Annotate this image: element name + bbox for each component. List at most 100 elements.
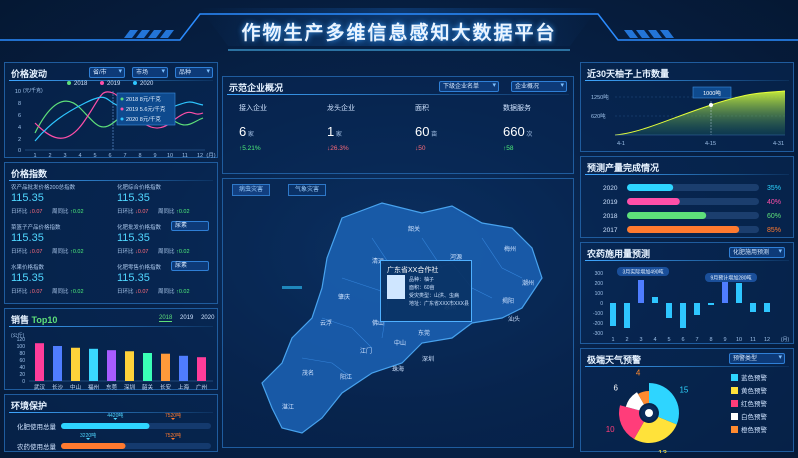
sales-bar (143, 353, 152, 381)
forecast-pct: 35% (767, 185, 781, 192)
x-tick: 4 (78, 153, 81, 159)
stat-value-wrap: 60 亩 (415, 123, 437, 141)
popup-image (387, 275, 405, 299)
map-city-label[interactable]: 肇庆 (338, 292, 350, 301)
urea-select[interactable]: 尿素 (171, 261, 209, 271)
x-tick: 6 (108, 153, 111, 159)
legend-label: 白色预警 (741, 412, 768, 421)
week-label: 周同比 (50, 209, 71, 215)
map-city-label[interactable]: 阳江 (340, 372, 352, 381)
x-tick: 7 (695, 337, 698, 343)
forecast-panel: 预测产量完成情况 2020 35% 2019 40% 2018 60% 2017 85% (580, 156, 794, 238)
map-city-label[interactable]: 揭阳 (502, 296, 514, 305)
pesticide-note-2: 9月预计增加280吨 (710, 275, 751, 282)
price-index-panel: 价格指数 农产品批发价格200总指数 115.35 日环比 ↓0.07 周同比 ↑0… (4, 162, 218, 304)
x-tick: 9 (153, 153, 156, 159)
year-label: 2019 (603, 199, 618, 206)
page-title: 作物生产多维信息感知大数据平台 (241, 23, 557, 44)
week-label: 周同比 (50, 249, 71, 255)
x-tick: 11 (182, 153, 188, 159)
forecast-pct: 40% (767, 199, 781, 206)
sub-enterprise-select[interactable]: 下级企业名单 (439, 81, 499, 92)
index-name: 化肥零售价格指数 (117, 265, 162, 271)
map-city-label[interactable]: 中山 (394, 338, 406, 347)
day-label: 日环比 (117, 249, 136, 255)
map-city-label[interactable]: 江门 (360, 346, 372, 355)
map-city-label[interactable]: 韶关 (408, 224, 420, 233)
map-city-label[interactable]: 云浮 (320, 318, 332, 327)
tooltip-2018: 2018 8元/千克 (126, 95, 161, 103)
day-change: ↓0.07 (29, 209, 43, 215)
sales-bar (125, 351, 134, 381)
map-city-label[interactable]: 潮州 (522, 278, 534, 287)
forecast-bar (627, 198, 680, 205)
slice-label: 10 (606, 425, 615, 434)
y-tick: 2 (18, 137, 21, 143)
day-change: ↓0.07 (29, 289, 43, 295)
x-tick: 12 (197, 153, 203, 159)
popup-line: 受灾类型：山洪、虫病 (409, 293, 460, 299)
sales-bar (89, 348, 98, 381)
actual-marker (171, 418, 175, 420)
pesticide-bar (624, 303, 630, 328)
stat-label: 龙头企业 (327, 105, 355, 112)
sales-bar (179, 355, 188, 381)
x-tick: 3 (639, 337, 642, 343)
x-tick: 4-15 (705, 141, 716, 147)
legend-swatch (731, 374, 738, 381)
target-label: 4420吨 (107, 412, 123, 419)
index-changes: 日环比 ↓0.07 周同比 ↑0.02 (117, 287, 190, 295)
index-name: 水果价格指数 (11, 265, 45, 271)
x-tick: 5 (667, 337, 670, 343)
urea-select[interactable]: 尿素 (171, 221, 209, 231)
x-tick: 7 (123, 153, 126, 159)
pesticide-bar (694, 303, 700, 315)
map-city-label[interactable]: 深圳 (422, 354, 434, 363)
y-tick: 20 (19, 372, 25, 378)
map-city-label[interactable]: 珠海 (392, 364, 404, 373)
header: 作物生产多维信息感知大数据平台 (0, 0, 798, 58)
day-change: ↓0.07 (135, 209, 149, 215)
map-city-label[interactable]: 茂名 (302, 368, 314, 377)
donut-dot (645, 409, 653, 417)
tooltip-2019: 2019 5.6元/千克 (126, 105, 166, 113)
pomelo-tooltip: 1000吨 (703, 89, 721, 97)
forecast-chart: 2020 35% 2019 40% 2018 60% 2017 85% (603, 184, 781, 234)
pesticide-chart: 3002001000-100-200-3001 2 3 4 5 6 7 8 9 10 11 12 (月)… (593, 267, 789, 343)
index-changes: 日环比 ↓0.07 周同比 ↑0.02 (11, 247, 84, 255)
map-city-label[interactable]: 梅州 (504, 244, 516, 253)
sales-bar (197, 357, 206, 381)
pomelo-chart: 1250吨 620吨 1000吨 4-1 4-15 4-31 (591, 86, 786, 147)
legend-label: 红色预警 (741, 399, 768, 408)
x-tick: 2 (48, 153, 51, 159)
enterprise-overview-select[interactable]: 企业概况 (511, 81, 567, 92)
sales-bar (107, 350, 116, 381)
weather-chart: 15 13 10 6 4 蓝色预警黄色预警红色预警白色预警橙色预警 (606, 368, 768, 453)
pesticide-bar (764, 303, 770, 312)
stat-label: 数据服务 (503, 105, 531, 112)
popup-line: 面积：60亩 (409, 285, 435, 291)
pomelo-panel: 近30天柚子上市数量 1250吨 620吨 1000吨 4-1 4-15 4-3… (580, 62, 794, 152)
pesticide-note-1: 3月实际增加490吨 (622, 269, 663, 276)
env-bar (61, 443, 126, 449)
index-value: 115.35 (117, 192, 150, 204)
legend-2018: 2018 (74, 81, 88, 87)
map-city-label[interactable]: 汕头 (508, 314, 520, 323)
category-label: 深圳 (124, 383, 136, 391)
map-city-label[interactable]: 东莞 (418, 328, 430, 337)
week-label: 周同比 (156, 209, 177, 215)
day-label: 日环比 (11, 289, 30, 295)
price-wave-panel: 价格波动 省/市 市场 品种 2018 2019 2020 (元/千克) 10 … (4, 62, 218, 159)
target-marker (86, 438, 91, 440)
stat-change: ↑58 (503, 145, 514, 152)
week-label: 周同比 (156, 249, 177, 255)
x-tick: 8 (709, 337, 712, 343)
env-label: 农药使用总量 (17, 442, 57, 451)
legend-2020: 2020 (140, 81, 154, 87)
y-tick: 100 (17, 344, 26, 350)
map-city-label[interactable]: 湛江 (282, 402, 294, 411)
y-tick: -300 (593, 331, 603, 337)
pesticide-bar (736, 283, 742, 303)
legend-swatch (731, 400, 738, 407)
popup-line: 地址：广东省XXX市XXX县 (409, 301, 470, 307)
